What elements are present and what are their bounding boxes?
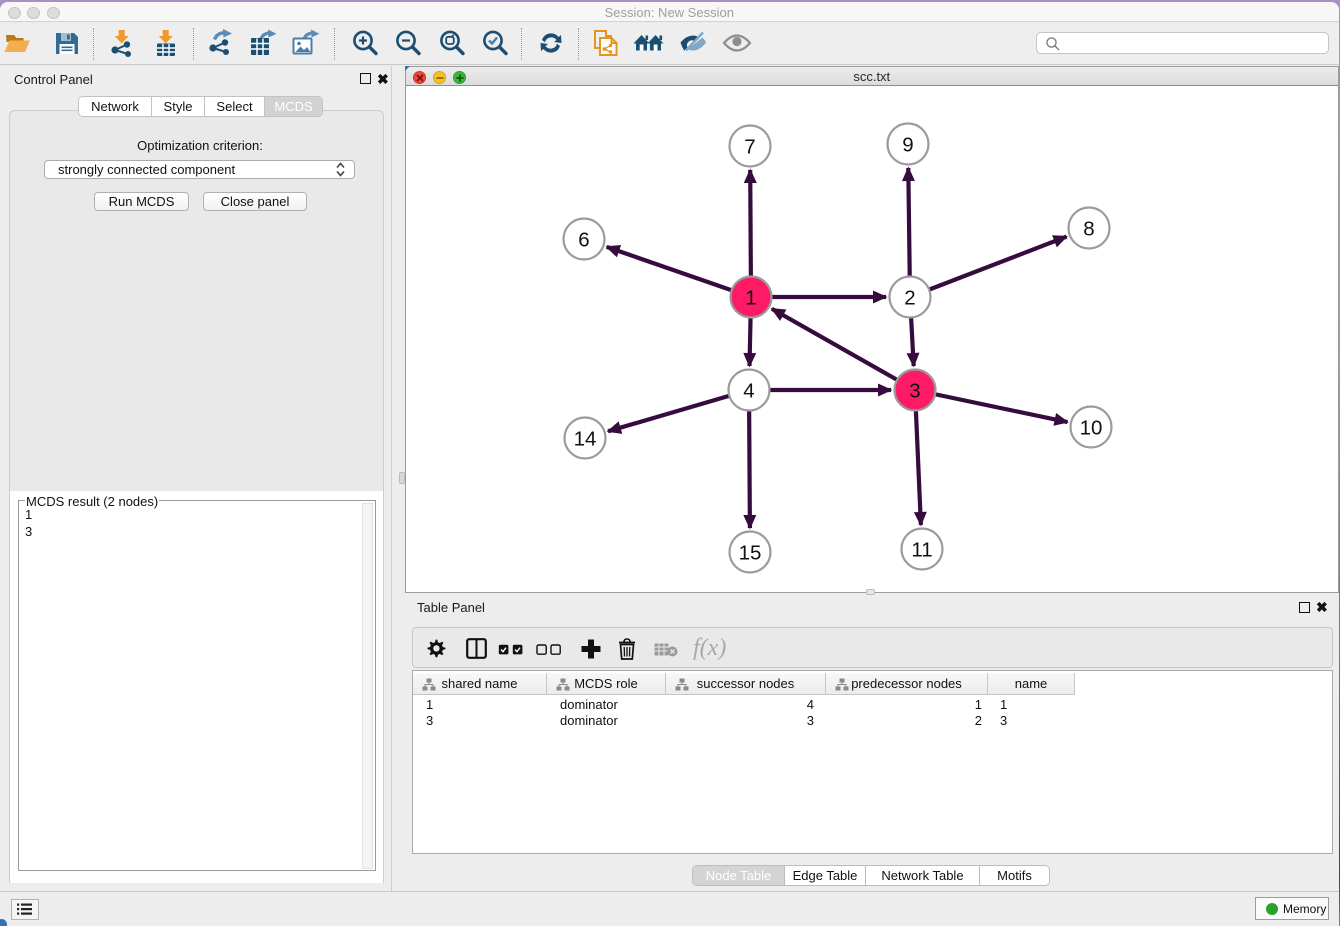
svg-text:11: 11 bbox=[911, 538, 932, 561]
svg-text:14: 14 bbox=[574, 427, 597, 450]
svg-text:6: 6 bbox=[578, 228, 589, 251]
svg-text:10: 10 bbox=[1080, 416, 1103, 439]
svg-text:9: 9 bbox=[902, 133, 913, 156]
svg-text:7: 7 bbox=[744, 135, 755, 158]
svg-text:1: 1 bbox=[745, 286, 756, 309]
svg-text:8: 8 bbox=[1083, 217, 1094, 240]
svg-text:4: 4 bbox=[743, 379, 754, 402]
svg-text:3: 3 bbox=[909, 379, 920, 402]
svg-text:2: 2 bbox=[904, 286, 915, 309]
svg-text:15: 15 bbox=[739, 541, 762, 564]
